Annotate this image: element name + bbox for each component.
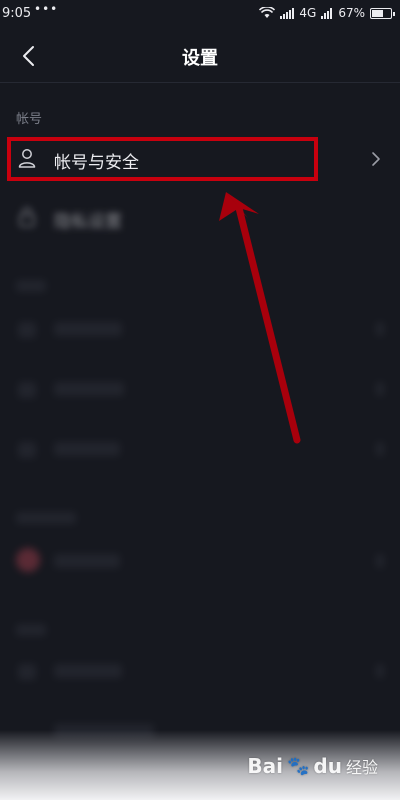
blurred-chevron bbox=[376, 442, 384, 456]
watermark-jingyan: 经验 bbox=[345, 758, 378, 777]
blurred-item bbox=[54, 442, 120, 456]
highlight-box bbox=[7, 137, 318, 181]
blurred-item bbox=[54, 554, 120, 568]
blurred-item bbox=[54, 322, 122, 336]
arrow-annotation-icon bbox=[219, 192, 301, 444]
paw-icon: 🐾 bbox=[287, 755, 310, 777]
wifi-icon bbox=[259, 7, 276, 18]
blurred-item bbox=[54, 664, 122, 678]
blurred-section-label bbox=[16, 512, 76, 524]
watermark: Bai 🐾 du 经验 bbox=[247, 754, 378, 778]
blurred-chevron bbox=[376, 664, 384, 678]
blurred-chevron bbox=[376, 322, 384, 336]
status-dots: ••• bbox=[34, 2, 59, 16]
signal-icon-secondary bbox=[321, 7, 333, 19]
blurred-chevron bbox=[376, 382, 384, 396]
blurred-section-label bbox=[16, 280, 46, 292]
lock-icon bbox=[19, 207, 35, 227]
watermark-text: Bai bbox=[247, 754, 283, 778]
section-label-account: 帐号 bbox=[16, 112, 43, 127]
nav-divider bbox=[0, 82, 400, 83]
blurred-item bbox=[54, 382, 124, 396]
blurred-icon bbox=[16, 548, 40, 572]
blurred-icon bbox=[18, 442, 36, 458]
battery-fill bbox=[372, 9, 384, 17]
blurred-chevron bbox=[376, 554, 384, 568]
blurred-icon bbox=[18, 664, 36, 680]
battery-icon bbox=[370, 7, 395, 19]
blurred-icon bbox=[18, 382, 36, 398]
blurred-icon bbox=[18, 322, 36, 338]
status-right: 4G 67% bbox=[259, 6, 395, 20]
nav-bar: 设置 bbox=[0, 30, 400, 82]
signal-icon bbox=[280, 7, 295, 19]
status-bar: 9:05 ••• 4G 67% bbox=[0, 0, 400, 30]
settings-item-privacy[interactable]: 隐私设置 bbox=[0, 190, 400, 246]
chevron-right-icon bbox=[372, 152, 380, 166]
blurred-section-label bbox=[16, 624, 46, 636]
watermark-suffix: du bbox=[313, 754, 342, 778]
network-type: 4G bbox=[299, 6, 317, 20]
status-time: 9:05 bbox=[2, 6, 32, 21]
settings-item-label: 隐私设置 bbox=[54, 212, 122, 232]
page-title: 设置 bbox=[182, 48, 218, 69]
battery-percent: 67% bbox=[338, 6, 365, 20]
